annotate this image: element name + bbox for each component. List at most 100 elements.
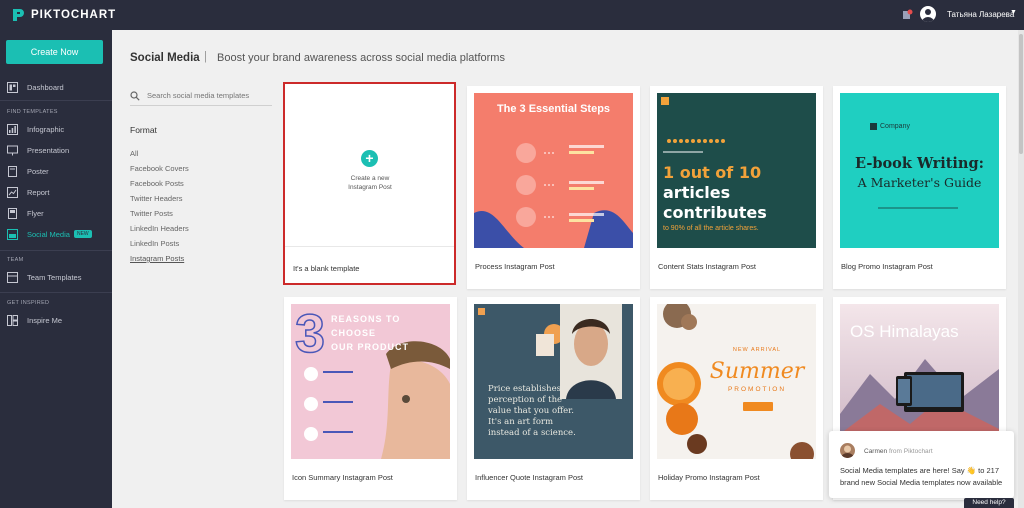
quote-line-5: instead of a science. (488, 428, 576, 438)
sidebar-item-social-media[interactable]: Social Media NEW (0, 225, 112, 243)
card-caption: Holiday Promo Instagram Post (658, 473, 760, 482)
card-caption: Process Instagram Post (475, 262, 555, 271)
sidebar-divider (0, 250, 112, 251)
chat-agent-avatar (840, 443, 855, 458)
sidebar-item-label: Team Templates (27, 272, 82, 282)
quote-line-1: Price establishes (488, 384, 561, 394)
holiday-tag: NEW ARRIVAL (732, 347, 782, 353)
sidebar-item-label: Inspire Me (27, 315, 63, 325)
piktochart-logo-icon (13, 9, 24, 21)
filter-instagram-posts[interactable]: Instagram Posts (130, 254, 184, 263)
icon-summary-line-1: REASONS TO (331, 314, 401, 324)
chat-sender-name: Carmen (864, 448, 888, 455)
new-badge: NEW (73, 230, 92, 238)
need-help-button[interactable]: Need help? (964, 498, 1014, 508)
sidebar-item-report[interactable]: Report (0, 183, 112, 201)
search-icon (130, 90, 140, 101)
top-bar: PIKTOCHART Татьяна Лазарева ▼ (0, 0, 1024, 30)
sidebar-item-label: Infographic (27, 124, 65, 134)
title-separator: | (204, 51, 207, 63)
create-line-1: Create a new (350, 175, 390, 182)
page-title: Social Media (130, 52, 200, 64)
add-icon[interactable]: + (361, 150, 378, 167)
filter-twitter-posts[interactable]: Twitter Posts (130, 209, 173, 218)
search-input[interactable] (147, 91, 267, 100)
social-media-icon (7, 228, 18, 240)
chat-sender: Carmen from Piktochart (864, 448, 933, 455)
chat-popup[interactable]: Carmen from Piktochart Social Media temp… (829, 431, 1014, 498)
icon-summary-line-3: OUR PRODUCT (331, 342, 409, 352)
blank-template-area[interactable]: + Create a new Instagram Post (285, 84, 454, 247)
flyer-icon (8, 207, 17, 219)
brand-name: PIKTOCHART (31, 9, 117, 21)
user-silhouette-icon (922, 9, 934, 22)
blog-promo-thumbnail: Company E-book Writing: A Marketer's Gui… (840, 93, 999, 248)
filter-facebook-posts[interactable]: Facebook Posts (130, 179, 184, 188)
template-card-blank[interactable]: + Create a new Instagram Post It's a bla… (283, 82, 456, 285)
user-name[interactable]: Татьяна Лазарева (947, 10, 1014, 19)
holiday-thumbnail: NEW ARRIVAL Summer PROMOTION (657, 304, 816, 459)
influencer-thumbnail: Price establishes perception of the valu… (474, 304, 633, 459)
company-name: Company (880, 123, 910, 130)
company-logo-icon (870, 123, 877, 130)
chat-message: Social Media templates are here! Say 👋 t… (840, 466, 1003, 487)
scrollbar-thumb[interactable] (1019, 34, 1023, 154)
card-caption: It's a blank template (293, 264, 360, 273)
sidebar-item-label: Social Media (27, 229, 70, 239)
user-avatar[interactable] (920, 6, 936, 22)
template-card-blog-promo[interactable]: Company E-book Writing: A Marketer's Gui… (833, 86, 1006, 289)
svg-text:3: 3 (295, 304, 325, 364)
icon-summary-thumbnail: 3 REASONS TO CHOOSE OUR PRODUCT (291, 304, 450, 459)
filter-facebook-covers[interactable]: Facebook Covers (130, 164, 189, 173)
sidebar-item-label: Dashboard (27, 82, 64, 92)
agent-photo-icon (841, 445, 854, 458)
notifications-icon[interactable] (900, 8, 914, 22)
sidebar-item-inspire-me[interactable]: Inspire Me (0, 311, 112, 329)
sidebar-item-dashboard[interactable]: Dashboard (0, 78, 112, 96)
sidebar-item-label: Poster (27, 166, 49, 176)
card-caption: Content Stats Instagram Post (658, 262, 756, 271)
filter-all[interactable]: All (130, 149, 138, 158)
inspire-me-icon (7, 314, 18, 326)
presentation-icon (7, 145, 18, 155)
blog-company: Company (870, 123, 910, 130)
team-templates-icon (7, 271, 18, 283)
brand-logo[interactable]: PIKTOCHART (10, 7, 116, 23)
user-menu-chevron-icon[interactable]: ▼ (1010, 9, 1017, 16)
poster-icon (8, 165, 17, 177)
create-now-button[interactable]: Create Now (6, 40, 103, 64)
stat-line-2: articles (663, 183, 731, 202)
team-heading: TEAM (7, 257, 24, 263)
sidebar-item-flyer[interactable]: Flyer (0, 204, 112, 222)
stat-line-4: to 90% of all the article shares. (663, 225, 759, 232)
card-caption: Blog Promo Instagram Post (841, 262, 933, 271)
blog-line-2: A Marketer's Guide (857, 175, 982, 190)
template-card-icon-summary[interactable]: 3 REASONS TO CHOOSE OUR PRODUCT Icon Sum… (284, 297, 457, 500)
sidebar-item-label: Presentation (27, 145, 70, 155)
icon-summary-line-2: CHOOSE (331, 328, 377, 338)
stat-line-3: contributes (663, 203, 767, 222)
sidebar-item-infographic[interactable]: Infographic (0, 120, 112, 138)
sidebar: Create Now Dashboard FIND TEMPLATES Info… (0, 30, 112, 508)
filter-twitter-headers[interactable]: Twitter Headers (130, 194, 183, 203)
find-templates-heading: FIND TEMPLATES (7, 109, 58, 115)
card-caption: Icon Summary Instagram Post (292, 473, 393, 482)
create-line-2: Instagram Post (348, 184, 392, 191)
template-card-holiday[interactable]: NEW ARRIVAL Summer PROMOTION Holiday Pro… (650, 297, 823, 500)
filter-linkedin-headers[interactable]: LinkedIn Headers (130, 224, 189, 233)
filter-linkedin-posts[interactable]: LinkedIn Posts (130, 239, 179, 248)
sidebar-item-team-templates[interactable]: Team Templates (0, 268, 112, 286)
sidebar-item-poster[interactable]: Poster (0, 162, 112, 180)
card-caption: Influencer Quote Instagram Post (475, 473, 583, 482)
process-illustration (474, 143, 633, 248)
template-card-content-stats[interactable]: 1 out of 10 articles contributes to 90% … (650, 86, 823, 289)
quote-line-4: It's an art form (488, 417, 554, 427)
chat-sender-from: from Piktochart (888, 448, 933, 455)
sidebar-item-presentation[interactable]: Presentation (0, 141, 112, 159)
holiday-word: Summer (709, 359, 805, 384)
template-search[interactable] (130, 86, 272, 106)
process-thumbnail: The 3 Essential Steps (474, 93, 633, 248)
template-card-process[interactable]: The 3 Essential Steps Process Instagram … (467, 86, 640, 289)
infographic-icon (7, 123, 18, 135)
template-card-influencer[interactable]: Price establishes perception of the valu… (467, 297, 640, 500)
